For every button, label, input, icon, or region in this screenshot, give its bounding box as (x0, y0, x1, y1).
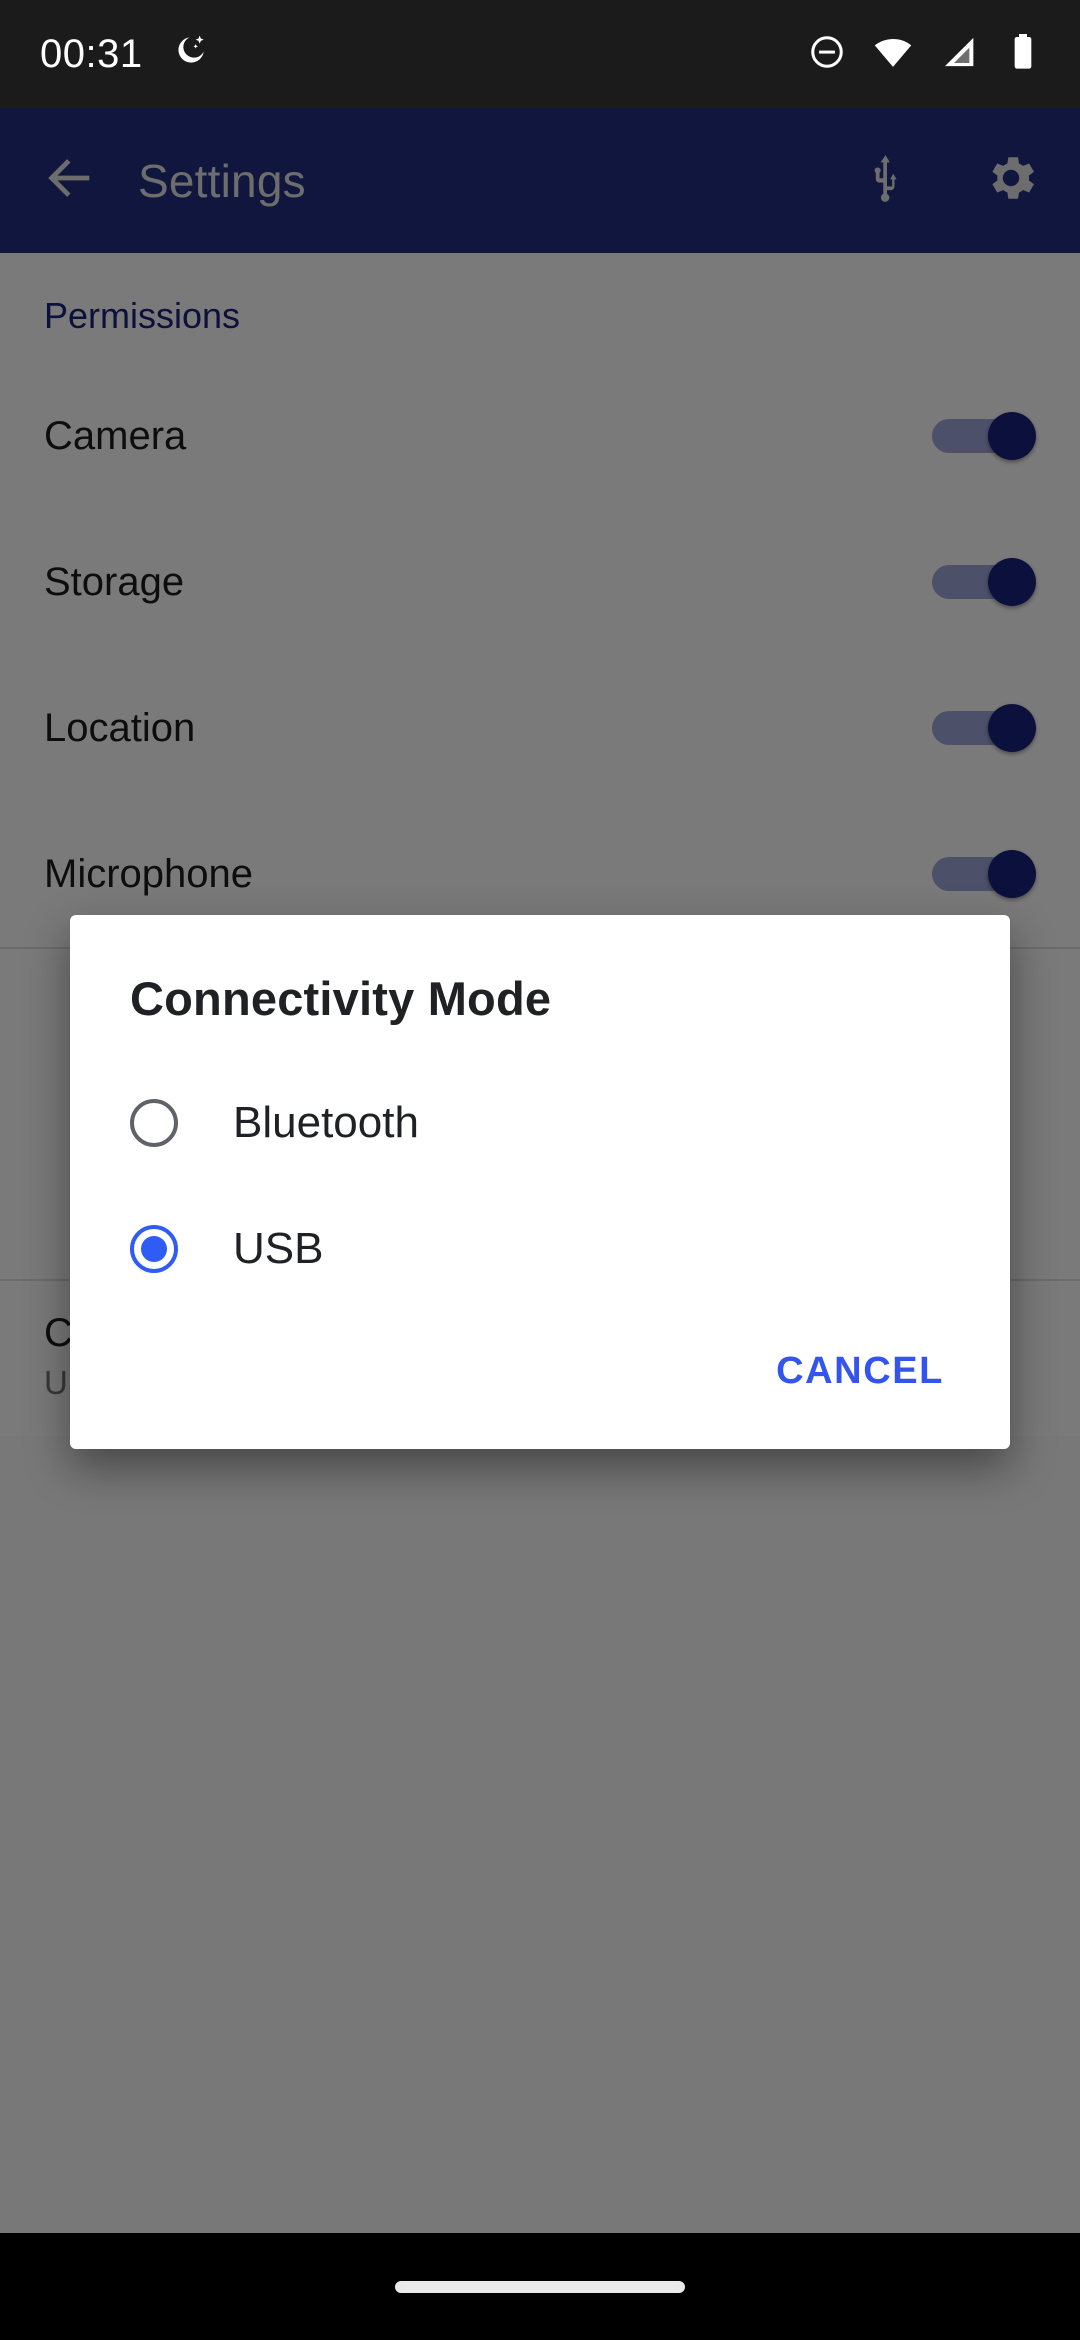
dialog-actions: CANCEL (70, 1312, 1010, 1435)
gesture-nav-handle[interactable] (395, 2280, 685, 2293)
radio-button-unselected-icon[interactable] (130, 1099, 178, 1147)
status-bar: 00:31 (0, 0, 1080, 108)
dialog-radio-group: Bluetooth USB (70, 1036, 1010, 1312)
status-bar-right (808, 31, 1040, 78)
cancel-button[interactable]: CANCEL (770, 1338, 950, 1405)
connectivity-mode-dialog: Connectivity Mode Bluetooth USB CANCEL (70, 915, 1010, 1449)
phone-screen: 00:31 Connectivity Mode Bluetooth USB CA… (0, 0, 1080, 2340)
radio-button-selected-icon[interactable] (130, 1225, 178, 1273)
app-bar-scrim (0, 108, 1080, 253)
status-bar-clock: 00:31 (40, 31, 143, 76)
radio-option-label: USB (233, 1224, 324, 1273)
radio-option-usb[interactable]: USB (70, 1186, 1010, 1312)
radio-option-label: Bluetooth (233, 1098, 419, 1147)
radio-option-bluetooth[interactable]: Bluetooth (70, 1060, 1010, 1186)
battery-icon (1006, 32, 1040, 77)
do-not-disturb-night-icon (169, 32, 209, 77)
status-bar-left: 00:31 (40, 32, 209, 77)
dialog-title: Connectivity Mode (130, 972, 552, 1025)
cellular-signal-icon (940, 32, 980, 77)
wifi-icon (872, 31, 914, 78)
do-not-disturb-icon (808, 33, 846, 76)
navigation-bar (0, 2233, 1080, 2340)
